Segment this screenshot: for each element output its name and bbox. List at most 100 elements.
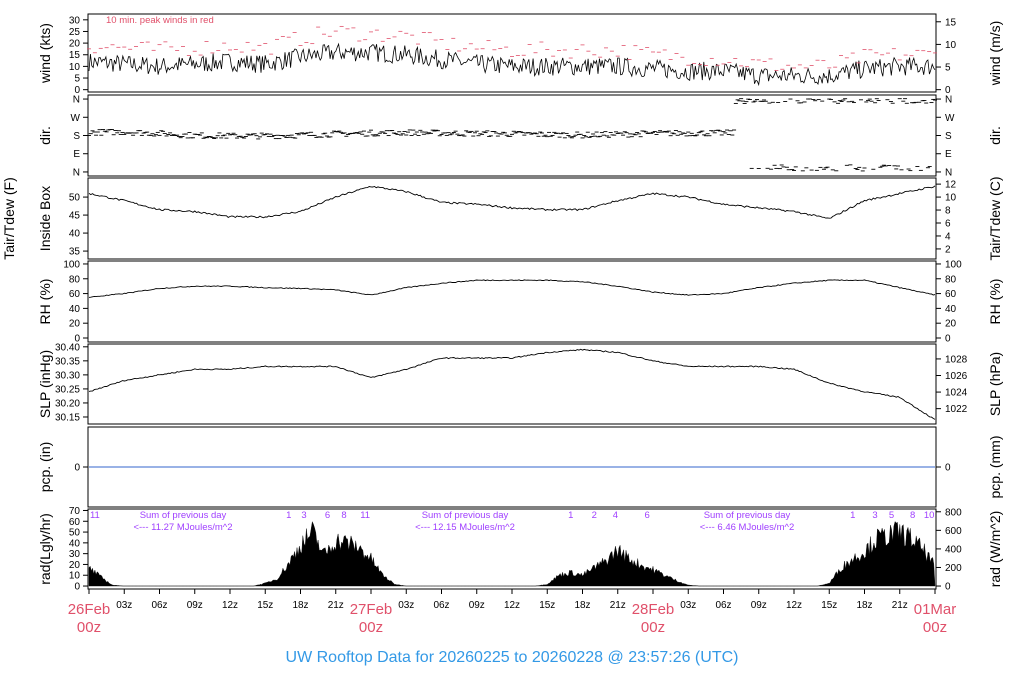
rad-hour-mark: 8 bbox=[341, 510, 346, 521]
rad-hour-mark: 8 bbox=[910, 510, 915, 521]
x-tick-label: 09z bbox=[469, 600, 485, 611]
slp-ytick-label: 30.25 bbox=[55, 384, 80, 395]
rad-ytick-label: 60 bbox=[69, 517, 81, 528]
rad-ytick2-label: 200 bbox=[945, 563, 962, 574]
slp-ytick-label: 30.15 bbox=[55, 412, 80, 423]
rad-hour-mark: 11 bbox=[360, 510, 370, 521]
dir-ytick2-label: S bbox=[945, 131, 952, 142]
x-tick-label: 03z bbox=[680, 600, 696, 611]
x-tick-label: 21z bbox=[610, 600, 626, 611]
slp-ytick2-label: 1026 bbox=[945, 371, 968, 382]
rh-ytick2-label: 40 bbox=[945, 304, 957, 315]
rad-ytick-label: 30 bbox=[69, 549, 81, 560]
wind-ylabel: wind (kts) bbox=[37, 23, 53, 84]
rad-hour-mark: 6 bbox=[644, 510, 649, 521]
wind-ytick-label: 20 bbox=[69, 39, 81, 50]
rad-ytick2-label: 600 bbox=[945, 526, 962, 537]
x-tick-label: 21z bbox=[892, 600, 908, 611]
rad-ylabel: rad(Lgly/hr) bbox=[37, 513, 53, 585]
rh-ytick2-label: 100 bbox=[945, 259, 962, 270]
x-tick-label: 09z bbox=[751, 600, 767, 611]
rad-ytick-label: 70 bbox=[69, 506, 81, 517]
x-day-label: 01Mar bbox=[914, 601, 957, 618]
pcp-ylabel: pcp. (in) bbox=[37, 442, 53, 493]
wind-ytick-label: 5 bbox=[74, 74, 80, 85]
rh-ytick-label: 20 bbox=[69, 319, 81, 330]
rh-ylabel2: RH (%) bbox=[987, 279, 1003, 325]
wind-ytick2-label: 10 bbox=[945, 40, 957, 51]
rh-ytick-label: 80 bbox=[69, 274, 81, 285]
x-tick-label: 09z bbox=[187, 600, 203, 611]
x-tick-label: 15z bbox=[821, 600, 837, 611]
rh-ytick2-label: 0 bbox=[945, 334, 951, 345]
x-day-hour: 00z bbox=[359, 619, 383, 636]
wind-series-line bbox=[88, 42, 936, 87]
x-tick-label: 12z bbox=[222, 600, 238, 611]
x-tick-label: 18z bbox=[292, 600, 308, 611]
pcp-ytick-label: 0 bbox=[74, 463, 80, 474]
temp-ytick2-label: 2 bbox=[945, 244, 951, 255]
wind-ytick-label: 25 bbox=[69, 27, 81, 38]
rad-hour-mark: 4 bbox=[613, 510, 618, 521]
rad-sum-value: <--- 12.15 MJoules/m^2 bbox=[415, 522, 515, 533]
temp-ylabel-b: Inside Box bbox=[37, 186, 53, 251]
dir-ylabel2: dir. bbox=[987, 126, 1003, 145]
x-tick-label: 03z bbox=[398, 600, 414, 611]
x-day-hour: 00z bbox=[77, 619, 101, 636]
slp-ytick2-label: 1024 bbox=[945, 388, 968, 399]
slp-ytick2-label: 1028 bbox=[945, 354, 968, 365]
temp-ytick2-label: 12 bbox=[945, 180, 957, 191]
x-tick-label: 12z bbox=[504, 600, 520, 611]
slp-ylabel2: SLP (hPa) bbox=[987, 352, 1003, 416]
rh-ytick-label: 60 bbox=[69, 289, 81, 300]
temp-ytick-label: 50 bbox=[69, 193, 81, 204]
rad-hour-mark: 6 bbox=[325, 510, 330, 521]
wind-ytick2-label: 15 bbox=[945, 17, 957, 28]
wind-ytick-label: 10 bbox=[69, 62, 81, 73]
rad-ytick2-label: 800 bbox=[945, 507, 962, 518]
x-tick-label: 06z bbox=[433, 600, 449, 611]
temp-ylabel2: Tair/Tdew (C) bbox=[987, 176, 1003, 260]
rad-ytick2-label: 0 bbox=[945, 582, 951, 593]
rad-sum-label: Sum of previous day bbox=[704, 510, 791, 521]
rad-frame bbox=[87, 508, 937, 590]
rh-ytick2-label: 60 bbox=[945, 289, 957, 300]
rad-hour-mark: 11 bbox=[90, 510, 100, 521]
temp-ytick2-label: 4 bbox=[945, 231, 951, 242]
dir-ylabel: dir. bbox=[37, 126, 53, 145]
slp-series-line bbox=[88, 348, 936, 420]
temp-ytick2-label: 6 bbox=[945, 219, 951, 230]
dir-ytick-label: S bbox=[73, 131, 80, 142]
rh-ytick2-label: 80 bbox=[945, 274, 957, 285]
x-tick-label: 15z bbox=[539, 600, 555, 611]
x-tick-label: 06z bbox=[715, 600, 731, 611]
x-day-label: 27Feb bbox=[350, 601, 393, 618]
slp-ylabel: SLP (inHg) bbox=[37, 350, 53, 418]
x-day-label: 28Feb bbox=[632, 601, 675, 618]
dir-ytick2-label: N bbox=[945, 95, 952, 106]
weather-chart: 051015202530051015wind (kts) wind (m/s)10… bbox=[1, 13, 1003, 636]
temp-ytick-label: 40 bbox=[69, 229, 81, 240]
x-tick-label: 03z bbox=[116, 600, 132, 611]
rad-hour-mark: 1 bbox=[850, 510, 855, 521]
chart-title: UW Rooftop Data for 20260225 to 20260228… bbox=[285, 649, 739, 666]
rad-sum-value: <--- 11.27 MJoules/m^2 bbox=[133, 522, 232, 533]
rad-hour-mark: 2 bbox=[592, 510, 597, 521]
rad-hour-mark: 3 bbox=[872, 510, 877, 521]
temp-frame bbox=[87, 177, 937, 260]
x-tick-label: 18z bbox=[856, 600, 872, 611]
rad-hour-mark: 10 bbox=[924, 510, 935, 521]
temp-series-line bbox=[88, 185, 936, 219]
rad-hour-mark: 5 bbox=[889, 510, 894, 521]
wind-ytick-label: 30 bbox=[69, 15, 81, 26]
dir-ytick2-label: E bbox=[945, 149, 952, 160]
dir-ytick2-label: W bbox=[945, 113, 955, 124]
rad-sum-label: Sum of previous day bbox=[422, 510, 509, 521]
slp-ytick-label: 30.35 bbox=[55, 356, 80, 367]
temp-ytick2-label: 8 bbox=[945, 206, 951, 217]
rh-series-line bbox=[88, 279, 936, 298]
rad-ytick2-label: 400 bbox=[945, 544, 962, 555]
wind-ytick-label: 15 bbox=[69, 50, 81, 61]
rh-ytick-label: 40 bbox=[69, 304, 81, 315]
rad-ytick-label: 20 bbox=[69, 560, 81, 571]
